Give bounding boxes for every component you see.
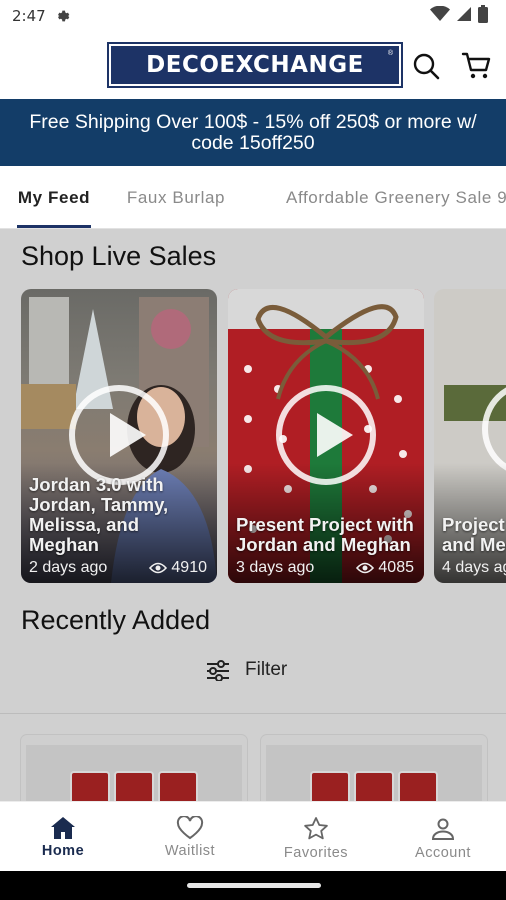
logo-registered-mark: ®	[387, 50, 393, 57]
tumbler-image	[158, 771, 198, 801]
app-header: DECOEXCHANGE ®	[0, 32, 506, 99]
home-gesture-pill[interactable]	[187, 883, 321, 888]
battery-icon	[478, 4, 488, 28]
status-icons	[430, 4, 488, 28]
live-sale-title: Project with Jordan and Meghan	[442, 514, 506, 555]
nav-label: Waitlist	[164, 843, 216, 859]
filter-label: Filter	[245, 659, 288, 680]
nav-account[interactable]: Account	[380, 802, 506, 872]
product-card[interactable]	[261, 735, 487, 801]
tab-my-feed[interactable]: My Feed	[10, 166, 98, 229]
live-sale-card[interactable]: Jordan 3.0 with Jordan, Tammy, Melissa, …	[21, 289, 217, 583]
product-image	[266, 745, 482, 801]
view-count: 4085	[378, 559, 414, 576]
tab-affordable-greenery-sale[interactable]: Affordable Greenery Sale 9.15.23	[254, 166, 506, 229]
nav-label: Favorites	[283, 845, 349, 861]
promo-banner[interactable]: Free Shipping Over 100$ - 15% off 250$ o…	[0, 99, 506, 166]
nav-home[interactable]: Home	[0, 802, 126, 872]
live-sale-time: 3 days ago	[236, 559, 315, 576]
filter-button[interactable]: Filter	[205, 659, 287, 681]
live-sale-card[interactable]: Present Project with Jordan and Meghan 3…	[228, 289, 424, 583]
tab-label: My Feed	[17, 187, 91, 207]
section-divider	[0, 713, 506, 714]
logo-text: DECOEXCHANGE	[146, 52, 364, 78]
signal-icon	[456, 6, 472, 27]
recently-added-heading: Recently Added	[21, 605, 211, 635]
tumbler-image	[310, 771, 350, 801]
tumbler-image	[398, 771, 438, 801]
tab-label: Affordable Greenery Sale 9.15.23	[286, 187, 506, 207]
active-tab-indicator	[17, 225, 91, 228]
category-tabs: My Feed Faux Burlap Affordable Greenery …	[0, 166, 506, 229]
decoexchange-logo[interactable]: DECOEXCHANGE ®	[107, 42, 403, 88]
tumbler-image	[354, 771, 394, 801]
live-sale-title: Jordan 3.0 with Jordan, Tammy, Melissa, …	[29, 474, 169, 555]
filter-icon	[207, 660, 229, 681]
product-card[interactable]	[21, 735, 247, 801]
live-sales-carousel[interactable]: Jordan 3.0 with Jordan, Tammy, Melissa, …	[0, 289, 506, 584]
live-sale-time: 2 days ago	[29, 559, 108, 576]
live-sale-views: 4910	[149, 559, 207, 577]
system-navigation-bar	[0, 871, 506, 900]
person-icon	[431, 818, 455, 840]
bottom-navigation: Home Waitlist Favorites Account	[0, 801, 506, 871]
product-image	[26, 745, 242, 801]
live-sale-time: 4 days ago	[442, 559, 506, 576]
cart-icon[interactable]	[460, 48, 494, 82]
view-count: 4910	[171, 559, 207, 576]
feed-content: Shop Live Sales Jordan 3.0 with Jordan, …	[0, 229, 506, 801]
star-icon	[304, 817, 328, 840]
search-icon[interactable]	[410, 50, 442, 82]
nav-waitlist[interactable]: Waitlist	[127, 802, 253, 872]
home-icon	[51, 817, 75, 839]
eye-icon	[149, 562, 168, 574]
nav-favorites[interactable]: Favorites	[253, 802, 379, 872]
live-sale-card[interactable]: Project with Jordan and Meghan 4 days ag…	[434, 289, 506, 583]
status-time: 2:47	[12, 7, 46, 25]
tab-faux-burlap[interactable]: Faux Burlap	[114, 166, 238, 229]
live-sale-title: Present Project with Jordan and Meghan	[236, 514, 414, 555]
shop-live-sales-heading: Shop Live Sales	[21, 241, 217, 271]
settings-gear-icon	[54, 8, 70, 24]
tab-label: Faux Burlap	[126, 187, 226, 207]
app-screen: 2:47 DECOEXCHANGE ® Free Shipping Over 1…	[0, 0, 506, 900]
promo-banner-text: Free Shipping Over 100$ - 15% off 250$ o…	[29, 110, 477, 154]
live-sale-views: 4085	[356, 559, 414, 577]
wifi-icon	[430, 5, 450, 27]
eye-icon	[356, 562, 375, 574]
nav-label: Account	[415, 845, 471, 861]
status-bar: 2:47	[0, 0, 506, 32]
heart-icon	[176, 816, 204, 840]
play-icon[interactable]	[276, 385, 376, 485]
tumbler-image	[70, 771, 110, 801]
tumbler-image	[114, 771, 154, 801]
play-icon[interactable]	[69, 385, 169, 485]
nav-label: Home	[41, 843, 85, 859]
